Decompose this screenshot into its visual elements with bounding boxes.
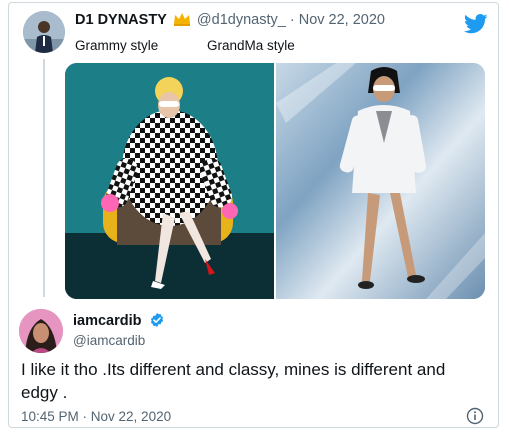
photo-grandma-look[interactable] — [276, 63, 485, 299]
author-block: iamcardib @iamcardib — [73, 312, 165, 348]
tweet-timestamp[interactable]: 10:45 PM · Nov 22, 2020 — [21, 409, 171, 424]
quoted-tweet-date[interactable]: Nov 22, 2020 — [299, 12, 385, 28]
author-name[interactable]: iamcardib — [73, 313, 142, 329]
thread-line — [43, 59, 45, 297]
caption-grandma: GrandMa style — [207, 38, 295, 53]
author-handle[interactable]: @iamcardib — [73, 333, 165, 348]
separator-dot: · — [289, 12, 295, 28]
tweet-text: I like it tho .Its different and classy,… — [21, 360, 446, 402]
quoted-user-avatar[interactable] — [23, 11, 65, 53]
info-icon[interactable] — [466, 407, 484, 425]
verified-icon — [149, 312, 165, 328]
tweet-card: D1 DYNASTY @d1dynasty_ · Nov 22, 2020 Gr… — [8, 2, 499, 428]
quoted-user-handle[interactable]: @d1dynasty_ — [197, 12, 286, 28]
photo-grammy-look[interactable] — [65, 63, 274, 299]
twitter-bird-icon[interactable] — [463, 13, 488, 35]
crown-icon — [173, 12, 191, 26]
media-grid[interactable] — [65, 63, 485, 299]
quoted-tweet-header: D1 DYNASTY @d1dynasty_ · Nov 22, 2020 — [75, 12, 385, 28]
author-avatar[interactable] — [19, 309, 63, 353]
quoted-user-name[interactable]: D1 DYNASTY — [75, 12, 167, 28]
caption-grammy: Grammy style — [75, 38, 159, 53]
